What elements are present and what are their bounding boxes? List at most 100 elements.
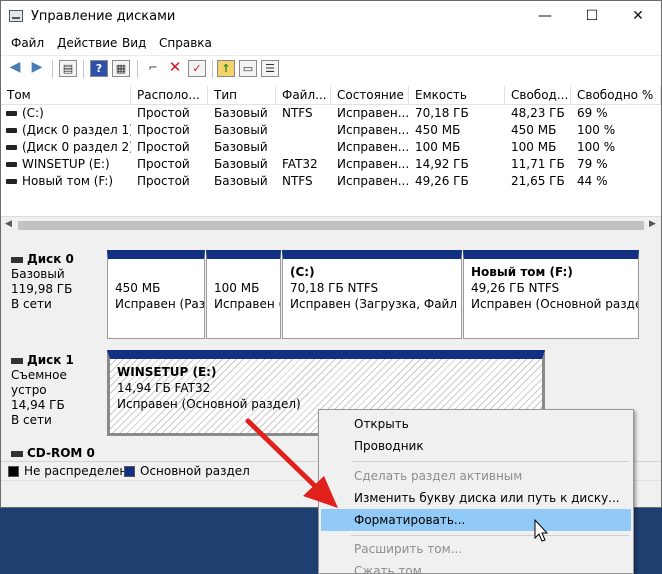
disk-list-icon[interactable]: ▤ [59, 60, 77, 77]
window-title: Управление дисками [31, 9, 176, 24]
table-cell[interactable]: 79 % [571, 157, 661, 174]
title-bar[interactable]: Управление дисками — ☐ ✕ [1, 1, 661, 32]
col-capacity[interactable]: Емкость [409, 86, 505, 105]
table-cell[interactable]: 70,18 ГБ [409, 106, 505, 123]
table-cell[interactable]: Простой [131, 123, 208, 140]
menu-action[interactable]: Действие [57, 36, 117, 50]
table-cell[interactable]: FAT32 [276, 157, 331, 174]
table-cell[interactable]: 450 МБ [409, 123, 505, 140]
legend-primary-label: Основной раздел [140, 464, 250, 478]
table-cell[interactable]: Простой [131, 157, 208, 174]
table-cell[interactable]: 100 МБ [409, 140, 505, 157]
table-cell[interactable]: Базовый [208, 157, 276, 174]
disk-1-label[interactable]: Диск 1 Съемное устро 14,94 ГБ В сети [5, 349, 105, 437]
col-free[interactable]: Свобод... [505, 86, 571, 105]
table-cell[interactable]: 11,71 ГБ [505, 157, 571, 174]
disk-status: В сети [11, 413, 52, 427]
table-cell[interactable]: Исправен... [331, 174, 409, 191]
table-cell[interactable]: 100 % [571, 123, 661, 140]
partition-disk0-1[interactable]: 450 МБ Исправен (Раз [107, 250, 205, 339]
scroll-left-icon[interactable]: ◀ [5, 219, 12, 229]
col-free-percent[interactable]: Свободно % [571, 86, 661, 105]
menu-file[interactable]: Файл [11, 36, 44, 50]
legend-unallocated-label: Не распределена [24, 464, 135, 478]
menu-explorer[interactable]: Проводник [321, 435, 631, 457]
table-cell[interactable]: Базовый [208, 140, 276, 157]
console-icon[interactable]: ▦ [112, 60, 130, 77]
partition-f[interactable]: Новый том (F:) 49,26 ГБ NTFS Исправен (О… [463, 250, 639, 339]
col-type[interactable]: Тип [208, 86, 276, 105]
disk-type: Съемное устро [11, 368, 67, 397]
menu-help[interactable]: Справка [159, 36, 212, 50]
disk-icon [11, 256, 23, 263]
table-cell[interactable]: Исправен... [331, 106, 409, 123]
table-cell[interactable]: 48,23 ГБ [505, 106, 571, 123]
connect-icon[interactable]: ⌐ [144, 60, 162, 77]
help-icon[interactable]: ? [90, 60, 108, 77]
menu-extend-volume: Расширить том... [354, 542, 463, 556]
forward-icon[interactable]: ▶ [28, 60, 46, 77]
toolbar: ◀ ▶ ▤ ? ▦ ⌐ ✕ ✓ ↑ ▭ ☰ [1, 55, 661, 81]
folder-up-icon[interactable]: ↑ [217, 60, 235, 77]
table-cell[interactable]: Простой [131, 106, 208, 123]
menu-change-drive-letter[interactable]: Изменить букву диска или путь к диску... [321, 487, 631, 509]
volume-icon [6, 161, 17, 167]
table-cell[interactable]: Базовый [208, 106, 276, 123]
table-cell[interactable]: 450 МБ [505, 123, 571, 140]
table-cell[interactable]: NTFS [276, 174, 331, 191]
scroll-thumb[interactable] [18, 221, 644, 230]
disk-name: Диск 1 [27, 353, 74, 367]
table-cell[interactable]: Простой [131, 174, 208, 191]
cdrom-0-label[interactable]: CD-ROM 0 [5, 445, 105, 461]
scroll-right-icon[interactable]: ▶ [649, 219, 656, 229]
close-button[interactable]: ✕ [615, 1, 661, 32]
table-cell[interactable]: Простой [131, 140, 208, 157]
settings-icon[interactable]: ☰ [261, 60, 279, 77]
menu-view[interactable]: Вид [122, 36, 146, 50]
table-cell[interactable]: 100 МБ [505, 140, 571, 157]
partition-disk0-2[interactable]: 100 МБ Исправен ( [206, 250, 281, 339]
table-cell[interactable]: Базовый [208, 123, 276, 140]
volume-name-cell[interactable]: (C:) [1, 106, 131, 123]
menu-mark-active: Сделать раздел активным [354, 469, 523, 483]
table-cell[interactable]: 21,65 ГБ [505, 174, 571, 191]
table-cell[interactable]: 100 % [571, 140, 661, 157]
horizontal-scrollbar[interactable]: ◀ ▶ [1, 216, 661, 233]
disk-status: В сети [11, 297, 52, 311]
disk-name: CD-ROM 0 [27, 446, 95, 460]
col-filesystem[interactable]: Файл... [276, 86, 331, 105]
check-icon[interactable]: ✓ [188, 60, 206, 77]
table-cell[interactable] [276, 140, 331, 157]
volume-name-cell[interactable]: (Диск 0 раздел 2) [1, 140, 131, 157]
volume-list: Том Располо... Тип Файл... Состояние Емк… [1, 86, 661, 216]
volume-name-cell[interactable]: WINSETUP (E:) [1, 157, 131, 174]
table-cell[interactable] [276, 123, 331, 140]
maximize-button[interactable]: ☐ [569, 1, 615, 32]
table-cell[interactable]: Исправен... [331, 157, 409, 174]
table-cell[interactable]: 44 % [571, 174, 661, 191]
volume-name-cell[interactable]: Новый том (F:) [1, 174, 131, 191]
disk-name: Диск 0 [27, 252, 74, 266]
volume-name-cell[interactable]: (Диск 0 раздел 1) [1, 123, 131, 140]
menu-open[interactable]: Открыть [321, 413, 631, 435]
disk-0-label[interactable]: Диск 0 Базовый 119,98 ГБ В сети [5, 248, 105, 340]
minimize-button[interactable]: — [522, 1, 568, 32]
menu-format[interactable]: Форматировать... [321, 509, 631, 531]
table-cell[interactable]: 49,26 ГБ [409, 174, 505, 191]
table-cell[interactable]: Исправен... [331, 123, 409, 140]
table-cell[interactable]: Исправен... [331, 140, 409, 157]
col-volume[interactable]: Том [1, 86, 131, 105]
back-icon[interactable]: ◀ [6, 60, 24, 77]
volume-icon [6, 178, 17, 184]
col-status[interactable]: Состояние [331, 86, 409, 105]
table-cell[interactable]: NTFS [276, 106, 331, 123]
col-layout[interactable]: Располо... [131, 86, 208, 105]
table-cell[interactable]: 69 % [571, 106, 661, 123]
partition-c[interactable]: (C:) 70,18 ГБ NTFS Исправен (Загрузка, Ф… [282, 250, 462, 339]
delete-icon[interactable]: ✕ [166, 60, 184, 77]
table-cell[interactable]: 14,92 ГБ [409, 157, 505, 174]
properties-icon[interactable]: ▭ [239, 60, 257, 77]
volume-icon [6, 110, 17, 116]
volume-icon [6, 127, 17, 133]
table-cell[interactable]: Базовый [208, 174, 276, 191]
